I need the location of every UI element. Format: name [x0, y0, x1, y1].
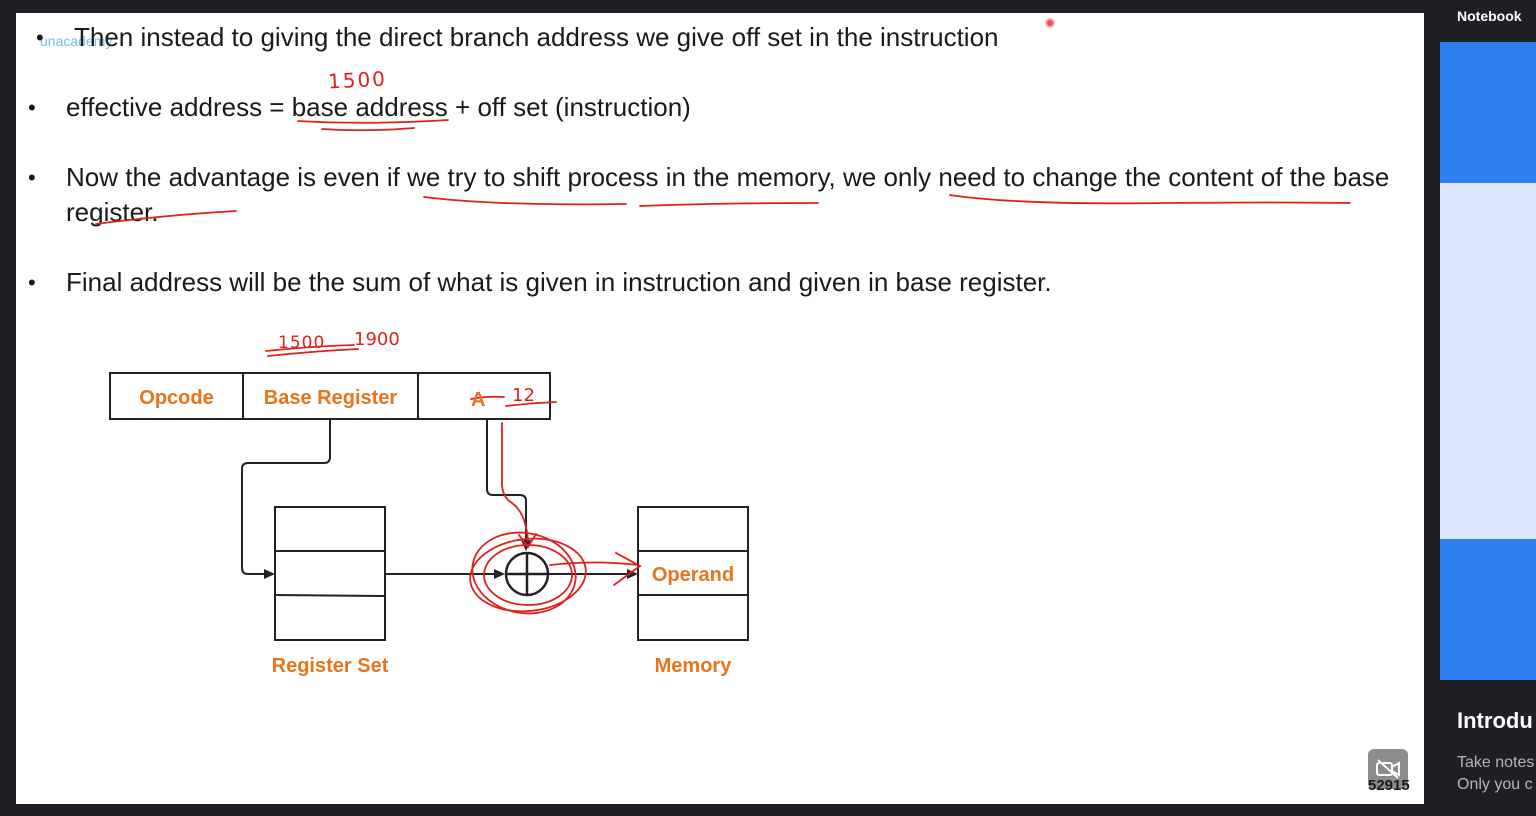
viewer-counter: 52915 — [1368, 777, 1410, 794]
notebook-panel: Notebook Introdu Take notes Only you c — [1440, 0, 1536, 816]
notebook-thumbnail[interactable] — [1440, 42, 1536, 183]
notebook-title[interactable]: Notebook — [1457, 8, 1522, 24]
operand-label: Operand — [651, 564, 735, 586]
arrow-head — [264, 569, 275, 579]
ink-struck-value: 1500 — [278, 333, 326, 353]
lecture-slide: unacademy • Then instead to giving the d… — [16, 13, 1424, 804]
ink-base-value: 1500 — [327, 66, 388, 94]
register-set-label: Register Set — [271, 655, 389, 677]
ink-annotations — [95, 119, 1351, 615]
memory-label: Memory — [654, 655, 732, 677]
field-a: A — [471, 389, 486, 411]
offset-path — [486, 419, 527, 549]
ink-new-value: 1900 — [354, 329, 400, 350]
ink-offset-value: 12 — [512, 385, 535, 406]
notebook-thumbnail[interactable] — [1440, 183, 1536, 539]
notebook-section-title: Introdu — [1457, 708, 1533, 733]
field-base-register: Base Register — [263, 387, 398, 409]
notebook-thumbnail[interactable] — [1440, 539, 1536, 680]
notebook-hint: Only you c — [1457, 776, 1533, 793]
field-opcode: Opcode — [139, 387, 214, 409]
notebook-hint: Take notes — [1457, 754, 1535, 771]
register-set-box — [274, 506, 386, 641]
